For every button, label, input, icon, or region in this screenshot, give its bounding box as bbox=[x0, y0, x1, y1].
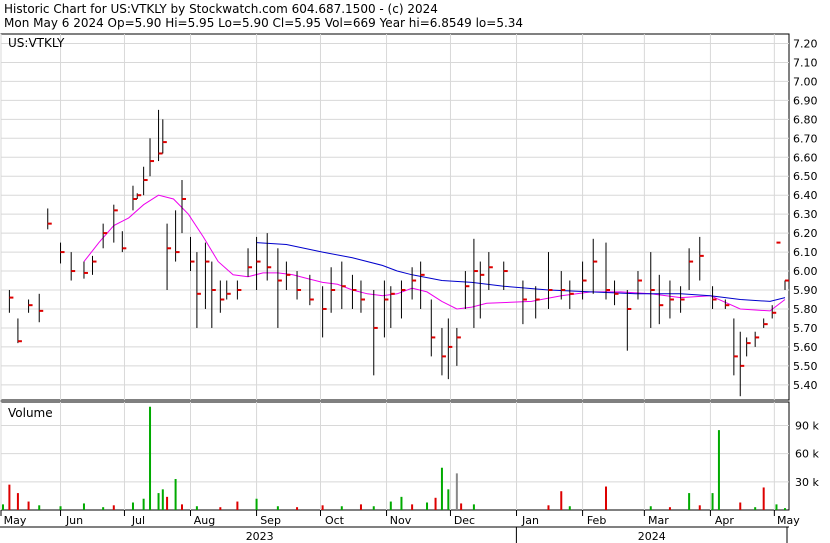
month-label: Feb bbox=[587, 514, 606, 527]
x-axis: May Jun Jul Aug Sep Oct Nov Dec Jan Feb Mar Apr May 2… bbox=[0, 510, 800, 543]
price-tick-label: 5.40 bbox=[793, 379, 818, 392]
year-label: 2023 bbox=[246, 530, 274, 543]
price-tick-label: 5.70 bbox=[793, 322, 818, 335]
price-tick-label: 6.80 bbox=[793, 113, 818, 126]
price-tick-label: 7.10 bbox=[793, 56, 818, 69]
price-tick-label: 6.70 bbox=[793, 132, 818, 145]
month-label: Apr bbox=[715, 514, 735, 527]
month-label: May bbox=[4, 514, 27, 527]
month-label: Jul bbox=[131, 514, 145, 527]
price-panel bbox=[0, 33, 790, 401]
price-tick-label: 6.30 bbox=[793, 208, 818, 221]
volume-label: Volume bbox=[8, 406, 53, 420]
month-label: May bbox=[777, 514, 800, 527]
month-label: Sep bbox=[260, 514, 281, 527]
price-axis: 5.40 5.50 5.60 5.70 5.80 5.90 6.00 6.10 6.20 6.30… bbox=[793, 37, 818, 391]
price-tick-label: 6.90 bbox=[793, 94, 818, 107]
price-tick-label: 6.10 bbox=[793, 246, 818, 259]
volume-axis: 30 k 60 k 90 k bbox=[795, 419, 819, 488]
volume-tick-label: 30 k bbox=[795, 476, 819, 489]
month-label: Jan bbox=[521, 514, 539, 527]
symbol-label: US:VTKLY bbox=[8, 36, 65, 50]
price-tick-label: 6.20 bbox=[793, 227, 818, 240]
price-tick-label: 7.20 bbox=[793, 37, 818, 50]
month-label: Aug bbox=[194, 514, 215, 527]
price-tick-label: 6.00 bbox=[793, 265, 818, 278]
price-tick-label: 7.00 bbox=[793, 75, 818, 88]
price-tick-label: 5.80 bbox=[793, 303, 818, 316]
month-label: Mar bbox=[648, 514, 669, 527]
volume-tick-label: 90 k bbox=[795, 419, 819, 432]
price-tick-label: 6.40 bbox=[793, 189, 818, 202]
volume-panel bbox=[0, 401, 790, 511]
price-tick-label: 5.60 bbox=[793, 341, 818, 354]
stock-chart: Historic Chart for US:VTKLY by Stockwatc… bbox=[0, 2, 819, 543]
price-tick-label: 5.50 bbox=[793, 360, 818, 373]
month-label: Dec bbox=[454, 514, 475, 527]
month-label: Nov bbox=[390, 514, 412, 527]
volume-tick-label: 60 k bbox=[795, 448, 819, 461]
price-tick-label: 6.60 bbox=[793, 151, 818, 164]
year-label: 2024 bbox=[638, 530, 666, 543]
price-tick-label: 6.50 bbox=[793, 170, 818, 183]
month-label: Jun bbox=[65, 514, 83, 527]
month-label: Oct bbox=[325, 514, 345, 527]
header-line-1: Historic Chart for US:VTKLY by Stockwatc… bbox=[4, 2, 438, 16]
price-tick-label: 5.90 bbox=[793, 284, 818, 297]
header-line-2: Mon May 6 2024 Op=5.90 Hi=5.95 Lo=5.90 C… bbox=[4, 16, 523, 30]
